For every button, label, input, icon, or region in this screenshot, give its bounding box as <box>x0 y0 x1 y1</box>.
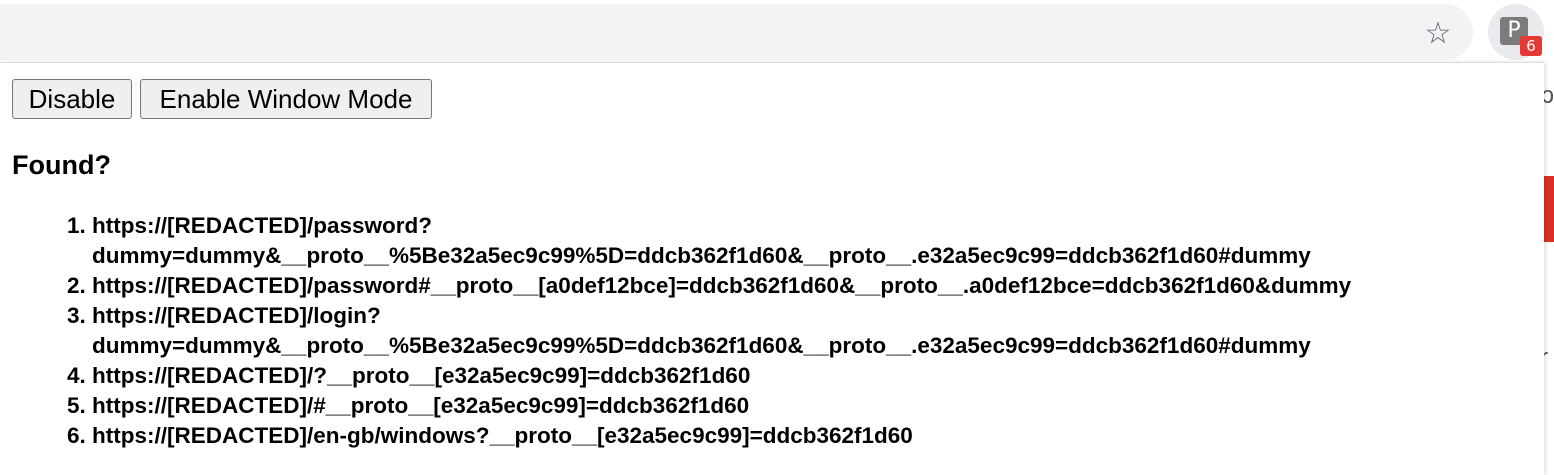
found-url-list: https://[REDACTED]/password? dummy=dummy… <box>0 211 1544 451</box>
page-text-fragment: r <box>1544 344 1548 372</box>
address-bar[interactable] <box>0 4 1473 60</box>
star-outline-icon[interactable]: ☆ <box>1416 14 1460 52</box>
url-text: https://[REDACTED]/password#__proto__[a0… <box>92 273 1352 298</box>
url-text-continuation: dummy=dummy&__proto__%5Be32a5ec9c99%5D=d… <box>92 333 1311 358</box>
disable-button[interactable]: Disable <box>12 79 132 119</box>
enable-window-mode-button[interactable]: Enable Window Mode <box>140 79 432 119</box>
url-text: https://[REDACTED]/?__proto__[e32a5ec9c9… <box>92 363 751 388</box>
url-text: https://[REDACTED]/password? <box>92 213 432 238</box>
found-heading: Found? <box>12 150 111 180</box>
extension-badge: 6 <box>1520 36 1542 56</box>
list-item: https://[REDACTED]/?__proto__[e32a5ec9c9… <box>92 361 1537 391</box>
list-item: https://[REDACTED]/en-gb/windows?__proto… <box>92 421 1537 451</box>
url-text: https://[REDACTED]/login? <box>92 303 381 328</box>
url-text: https://[REDACTED]/#__proto__[e32a5ec9c9… <box>92 393 750 418</box>
page-red-block <box>1544 176 1554 242</box>
url-text: https://[REDACTED]/en-gb/windows?__proto… <box>92 423 913 448</box>
list-item: https://[REDACTED]/password? dummy=dummy… <box>92 211 1537 271</box>
extension-button[interactable]: P 6 <box>1488 4 1544 60</box>
background-page-fragment: ɔ r <box>1544 62 1554 474</box>
list-item: https://[REDACTED]/#__proto__[e32a5ec9c9… <box>92 391 1537 421</box>
browser-toolbar: ☆ P 6 <box>0 0 1554 62</box>
url-text-continuation: dummy=dummy&__proto__%5Be32a5ec9c99%5D=d… <box>92 243 1311 268</box>
page-text-fragment: ɔ <box>1544 82 1554 109</box>
extension-popup: Disable Enable Window Mode Found? https:… <box>0 62 1544 475</box>
list-item: https://[REDACTED]/password#__proto__[a0… <box>92 271 1537 301</box>
list-item: https://[REDACTED]/login? dummy=dummy&__… <box>92 301 1537 361</box>
